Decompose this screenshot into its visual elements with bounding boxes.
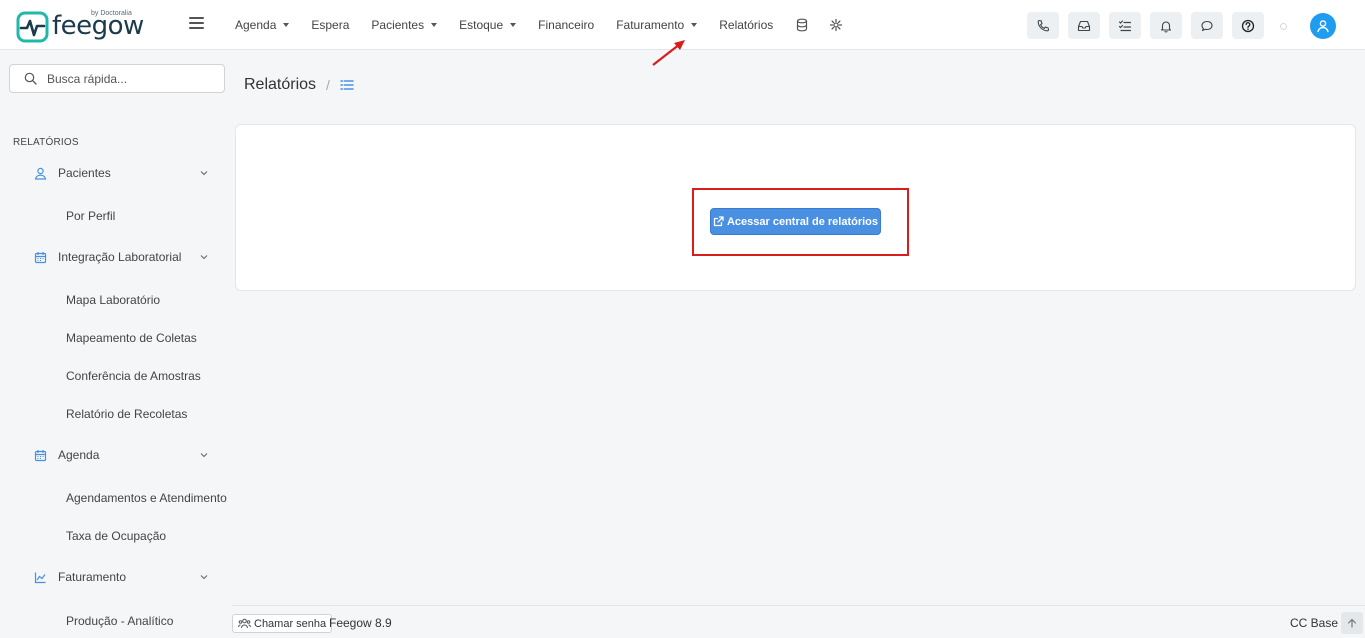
- list-icon[interactable]: [340, 79, 354, 91]
- external-link-icon: [713, 216, 724, 227]
- main-nav: Agenda Espera Pacientes Estoque Financei…: [235, 0, 863, 50]
- nav-item-faturamento[interactable]: Faturamento: [616, 18, 698, 32]
- annotation-arrow-icon: [652, 40, 685, 66]
- sidebar-group-label: Pacientes: [58, 166, 111, 180]
- caret-down-icon: [283, 23, 290, 27]
- top-icon-bar: [1027, 12, 1273, 39]
- user-icon: [34, 167, 47, 180]
- button-label: Acessar central de relatórios: [726, 215, 879, 228]
- sidebar-item-taxa-de-ocupacao[interactable]: Taxa de Ocupação: [66, 529, 166, 543]
- sidebar-group-label: Integração Laboratorial: [58, 250, 182, 264]
- bell-icon[interactable]: [1150, 12, 1182, 39]
- search-icon: [24, 72, 37, 85]
- nav-item-estoque[interactable]: Estoque: [459, 18, 517, 32]
- page-title: Relatórios: [244, 76, 317, 93]
- phone-icon[interactable]: [1027, 12, 1059, 39]
- sidebar-item-conferencia-de-amostras[interactable]: Conferência de Amostras: [66, 369, 201, 383]
- call-ticket-button[interactable]: Chamar senha: [232, 614, 333, 633]
- footer: Chamar senha Feegow 8.9 CC Base: [232, 605, 1365, 638]
- logo[interactable]: feegow by Doctoralia: [16, 10, 144, 43]
- nav-item-espera[interactable]: Espera: [311, 18, 349, 32]
- gear-icon[interactable]: [829, 18, 843, 32]
- logo-byline: by Doctoralia: [91, 10, 132, 17]
- nav-item-agenda[interactable]: Agenda: [235, 18, 290, 32]
- sidebar-item-mapa-laboratorio[interactable]: Mapa Laboratório: [66, 293, 160, 307]
- chevron-down-icon: [200, 255, 208, 260]
- database-icon[interactable]: [795, 18, 809, 32]
- caret-down-icon: [691, 23, 698, 27]
- sidebar-heading: RELATÓRIOS: [13, 137, 79, 148]
- help-icon[interactable]: [1232, 12, 1264, 39]
- unit-name[interactable]: CC Base: [1290, 616, 1338, 630]
- chevron-down-icon: [200, 575, 208, 580]
- inbox-icon[interactable]: [1068, 12, 1100, 39]
- search-input[interactable]: [47, 71, 207, 86]
- users-icon: [238, 618, 251, 629]
- chart-icon: [34, 572, 46, 583]
- search-box[interactable]: [9, 64, 225, 93]
- sidebar-group-integracao-laboratorial[interactable]: Integração Laboratorial: [34, 247, 214, 267]
- sidebar-group-faturamento[interactable]: Faturamento: [34, 567, 214, 587]
- nav-item-relatorios[interactable]: Relatórios: [719, 18, 773, 32]
- sidebar-group-pacientes[interactable]: Pacientes: [34, 163, 214, 183]
- calendar-icon: [34, 449, 47, 461]
- calendar-icon: [34, 251, 47, 263]
- sidebar-item-mapeamento-de-coletas[interactable]: Mapeamento de Coletas: [66, 331, 197, 345]
- breadcrumb-separator: /: [326, 77, 330, 93]
- chat-icon[interactable]: [1191, 12, 1223, 39]
- chevron-down-icon: [200, 171, 208, 176]
- caret-down-icon: [431, 23, 438, 27]
- breadcrumb: Relatórios /: [244, 76, 354, 94]
- sidebar-item-por-perfil[interactable]: Por Perfil: [66, 209, 115, 223]
- arrow-up-icon: [1347, 618, 1357, 628]
- app-version: Feegow 8.9: [329, 616, 392, 630]
- nav-item-pacientes[interactable]: Pacientes: [371, 18, 438, 32]
- open-reports-center-button[interactable]: Acessar central de relatórios: [710, 208, 881, 235]
- sidebar-item-relatorio-de-recoletas[interactable]: Relatório de Recoletas: [66, 407, 187, 421]
- sidebar-group-agenda[interactable]: Agenda: [34, 445, 214, 465]
- status-indicator: [1280, 23, 1287, 30]
- user-avatar-icon[interactable]: [1310, 13, 1336, 39]
- sidebar-group-label: Agenda: [58, 448, 100, 462]
- caret-down-icon: [510, 23, 517, 27]
- sidebar: RELATÓRIOS Pacientes Por Perfil Integraç…: [0, 50, 232, 638]
- sidebar-item-agendamentos-e-atendimento[interactable]: Agendamentos e Atendimento: [66, 491, 227, 505]
- sidebar-item-producao-analitico[interactable]: Produção - Analítico: [66, 614, 173, 628]
- nav-item-financeiro[interactable]: Financeiro: [538, 18, 594, 32]
- sidebar-group-label: Faturamento: [58, 570, 127, 584]
- menu-toggle-icon[interactable]: [189, 17, 204, 29]
- logo-mark-icon: [16, 11, 49, 43]
- call-ticket-label: Chamar senha: [254, 617, 327, 630]
- scroll-to-top-button[interactable]: [1341, 612, 1363, 634]
- chevron-down-icon: [200, 453, 208, 458]
- tasks-icon[interactable]: [1109, 12, 1141, 39]
